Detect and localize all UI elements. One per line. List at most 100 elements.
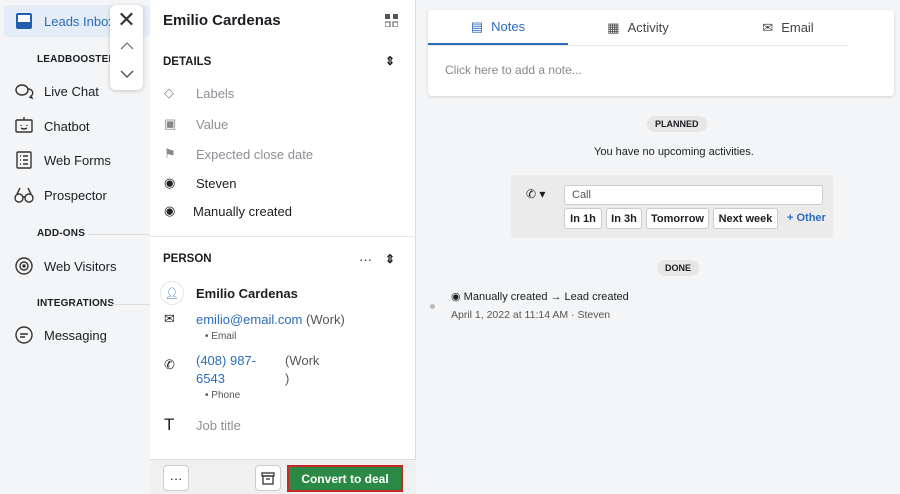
email-label: • Email [205, 331, 237, 342]
flag-icon: ⚑ [164, 146, 176, 161]
sidebar-item-leads-inbox-row[interactable]: Leads Inbox [14, 9, 115, 33]
sidebar-item-label: Prospector [44, 187, 107, 203]
done-meta: April 1, 2022 at 11:14 AM · Steven [451, 309, 611, 321]
source-field: ◉ Manually created [164, 203, 292, 219]
activity-type-dropdown[interactable]: ✆ ▾ [526, 187, 545, 201]
phone-label: • Phone [205, 390, 241, 401]
more-actions-button[interactable]: ··· [163, 465, 189, 491]
more-icon[interactable]: ··· [359, 252, 372, 267]
field-label: Job title [196, 417, 241, 433]
source-value: Manually created [193, 203, 292, 219]
mail-icon: ✉ [164, 311, 175, 326]
sidebar-item-web-visitors[interactable]: Web Visitors [14, 254, 117, 278]
phone-line: 6543 [196, 371, 225, 386]
email-link[interactable]: emilio@email.com [196, 312, 302, 327]
divider [150, 236, 416, 237]
done-event-text: Manually created → Lead created [463, 291, 629, 303]
in-1h-button[interactable]: In 1h [564, 208, 602, 229]
tab-label: Activity [627, 20, 669, 35]
done-badge: DONE [657, 260, 700, 276]
sidebar-item-chatbot[interactable]: Chatbot [14, 114, 90, 138]
divider [428, 45, 848, 46]
bot-icon [15, 117, 33, 133]
user-circle-icon: ◉ [164, 175, 176, 190]
expand-collapse-icon[interactable]: ⇕ [385, 54, 395, 68]
lead-title: Emilio Cardenas [163, 12, 281, 29]
tab-notes[interactable]: ▤ Notes [428, 10, 568, 45]
person-name-field[interactable]: 👤︎ Emilio Cardenas [160, 281, 298, 305]
sidebar-item-live-chat[interactable]: Live Chat [14, 79, 99, 103]
activity-subject-input[interactable]: Call [564, 185, 823, 205]
quick-activity-form: ✆ ▾ Call In 1h In 3h Tomorrow Next week … [511, 175, 833, 238]
tomorrow-button[interactable]: Tomorrow [646, 208, 709, 229]
phone-icon: ✆ [164, 357, 175, 372]
user-circle-icon: ◉ [451, 291, 461, 303]
next-week-button[interactable]: Next week [713, 208, 778, 229]
owner-field[interactable]: ◉ Steven [164, 175, 236, 191]
tab-email[interactable]: ✉ Email [718, 10, 858, 45]
person-name: Emilio Cardenas [196, 285, 298, 301]
details-heading: DETAILS [163, 56, 212, 68]
timeline-dot [430, 304, 435, 309]
sidebar-item-label: Chatbot [44, 118, 90, 134]
field-label: Expected close date [196, 146, 314, 162]
sidebar-item-prospector[interactable]: Prospector [14, 183, 107, 207]
user-circle-icon: ◉ [164, 203, 176, 218]
grid-icon[interactable] [384, 14, 399, 30]
sidebar-item-web-forms[interactable]: Web Forms [14, 148, 111, 172]
email-field[interactable]: ✉ emilio@email.com (Work) [164, 311, 345, 327]
section-integrations: INTEGRATIONS [37, 298, 115, 309]
caret-down-icon: ▾ [539, 187, 546, 201]
sidebar-item-label: Web Forms [44, 152, 111, 168]
in-3h-button[interactable]: In 3h [606, 208, 642, 229]
tab-activity[interactable]: ▦ Activity [568, 10, 708, 45]
chat-icon [15, 84, 34, 100]
tag-icon: ◇ [164, 85, 174, 100]
tab-label: Email [781, 20, 814, 35]
message-icon [15, 326, 33, 344]
phone-label-text: Phone [211, 390, 241, 401]
value-field[interactable]: ▣ Value [164, 116, 228, 132]
sidebar-item-messaging[interactable]: Messaging [14, 323, 107, 347]
phone-line: (408) 987- [196, 353, 256, 368]
sidebar-item-label: Messaging [44, 327, 107, 343]
chevron-up-icon[interactable] [116, 39, 137, 54]
convert-to-deal-button[interactable]: Convert to deal [287, 465, 403, 492]
other-button[interactable]: + Other [787, 212, 826, 224]
close-date-field[interactable]: ⚑ Expected close date [164, 146, 313, 162]
visitors-icon [15, 257, 33, 275]
planned-badge: PLANNED [647, 116, 707, 132]
form-icon [16, 151, 32, 169]
job-title-field[interactable]: T Job title [164, 415, 241, 435]
notes-card: ▤ Notes ▦ Activity ✉ Email Click here to ad… [428, 10, 894, 96]
panel-footer: ··· Convert to deal [150, 459, 416, 494]
divider [88, 234, 150, 235]
owner-value: Steven [196, 175, 237, 191]
email-type: (Work) [306, 311, 345, 327]
no-activities-text: You have no upcoming activities. [594, 146, 754, 158]
field-label: Value [196, 116, 229, 132]
mail-icon: ✉ [762, 19, 774, 35]
divider [112, 304, 150, 305]
chevron-down-icon[interactable] [116, 67, 137, 82]
person-heading: PERSON [163, 253, 212, 265]
tab-label: Notes [491, 19, 526, 34]
lead-navigation: ✕ [110, 5, 143, 90]
archive-button[interactable] [255, 465, 281, 491]
phone-type: (Work) [285, 352, 319, 388]
inbox-icon [16, 13, 32, 29]
section-add-ons: ADD-ONS [37, 228, 86, 239]
field-label: Labels [196, 85, 235, 101]
labels-field[interactable]: ◇ Labels [164, 85, 234, 101]
phone-link[interactable]: (408) 987- 6543 [196, 352, 256, 388]
expand-collapse-icon[interactable]: ⇕ [385, 252, 395, 266]
archive-icon [261, 471, 275, 485]
close-icon[interactable]: ✕ [116, 7, 137, 33]
done-event[interactable]: ◉ Manually created → Lead created [451, 290, 629, 303]
money-icon: ▣ [164, 116, 177, 131]
text-icon: T [164, 415, 175, 434]
note-input[interactable]: Click here to add a note... [445, 63, 582, 77]
note-icon: ▤ [470, 18, 484, 34]
email-label-text: Email [211, 331, 237, 342]
section-leadbooster: LEADBOOSTER [37, 54, 116, 65]
